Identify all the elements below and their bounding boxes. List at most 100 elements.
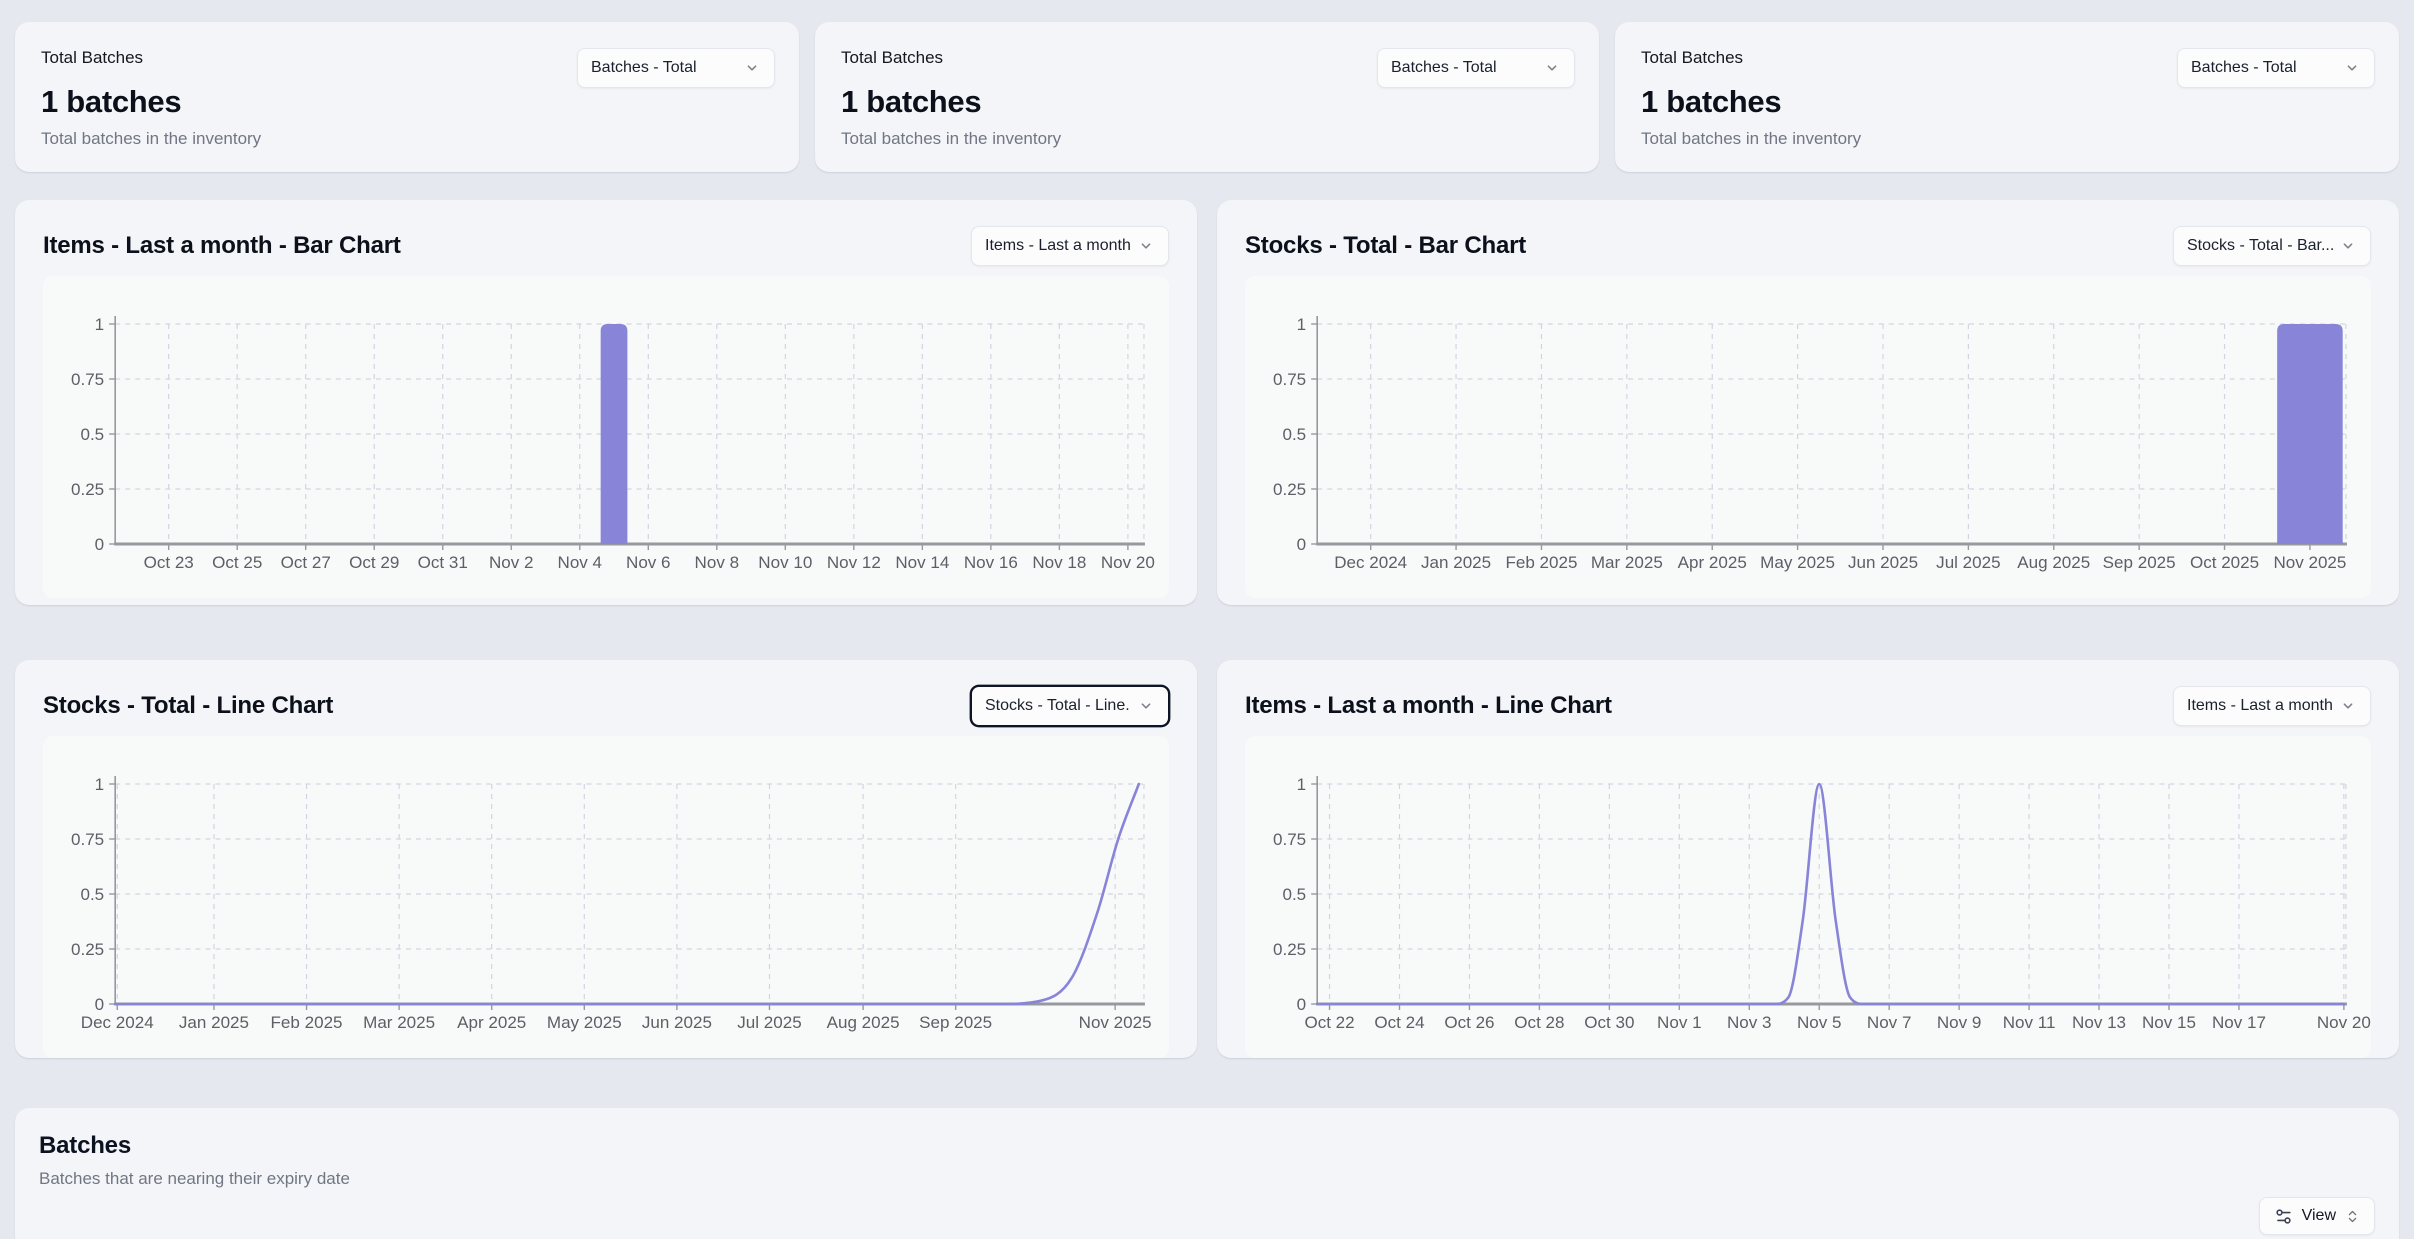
svg-text:Oct 31: Oct 31 [418, 553, 468, 572]
chart-svg: 00.250.50.751Oct 22Oct 24Oct 26Oct 28Oct… [1245, 736, 2371, 1058]
chevron-down-icon [1543, 59, 1561, 77]
svg-text:1: 1 [95, 315, 104, 334]
svg-text:Oct 30: Oct 30 [1584, 1013, 1634, 1032]
batches-toolbar: View [39, 1197, 2375, 1235]
svg-text:0: 0 [95, 535, 104, 554]
svg-text:Jun 2025: Jun 2025 [1848, 553, 1918, 572]
svg-text:0: 0 [1297, 995, 1306, 1014]
svg-text:Oct 25: Oct 25 [212, 553, 262, 572]
svg-text:Nov 4: Nov 4 [558, 553, 603, 572]
charts-row-line: Stocks - Total - Line Chart Stocks - Tot… [15, 660, 2399, 1058]
svg-text:Sep 2025: Sep 2025 [2103, 553, 2176, 572]
svg-text:Nov 16: Nov 16 [964, 553, 1018, 572]
svg-text:Jul 2025: Jul 2025 [737, 1013, 801, 1032]
stat-metric-select[interactable]: Batches - Total [1377, 48, 1575, 88]
svg-text:Nov 18: Nov 18 [1032, 553, 1086, 572]
stat-metric-select-value: Batches - Total [591, 59, 697, 77]
svg-text:0.25: 0.25 [71, 940, 104, 959]
svg-text:Jan 2025: Jan 2025 [1421, 553, 1491, 572]
stat-value: 1 batches [841, 84, 1573, 120]
svg-text:Nov 17: Nov 17 [2212, 1013, 2266, 1032]
svg-text:0.75: 0.75 [71, 830, 104, 849]
chart-select-value: Stocks - Total - Line... [985, 697, 1131, 715]
stat-description: Total batches in the inventory [41, 129, 773, 149]
bar [601, 324, 628, 544]
chart-select-value: Stocks - Total - Bar... [2187, 237, 2333, 255]
svg-text:Nov 10: Nov 10 [758, 553, 812, 572]
svg-text:Nov 13: Nov 13 [2072, 1013, 2126, 1032]
chevron-down-icon [743, 59, 761, 77]
svg-text:Nov 8: Nov 8 [695, 553, 740, 572]
bar [2277, 324, 2343, 544]
chart-header: Items - Last a month - Line Chart Items … [1245, 684, 2371, 728]
svg-text:Sep 2025: Sep 2025 [919, 1013, 992, 1032]
svg-text:0.5: 0.5 [80, 425, 104, 444]
charts-row-bar: Items - Last a month - Bar Chart Items -… [15, 200, 2399, 605]
svg-text:Nov 15: Nov 15 [2142, 1013, 2196, 1032]
chart-select[interactable]: Items - Last a month -.. [2173, 686, 2371, 726]
chart-title: Stocks - Total - Bar Chart [1245, 232, 1526, 260]
chart-select-value: Items - Last a month -.. [985, 237, 1131, 255]
bar-chart-stocks: 00.250.50.751Dec 2024Jan 2025Feb 2025Mar… [1245, 276, 2371, 598]
svg-text:Nov 11: Nov 11 [2003, 1013, 2056, 1032]
chevron-down-icon [2339, 237, 2357, 255]
stat-card-total-batches-1: Total Batches Batches - Total 1 batches … [15, 22, 799, 172]
svg-text:Aug 2025: Aug 2025 [827, 1013, 900, 1032]
stat-value: 1 batches [41, 84, 773, 120]
chevron-down-icon [1137, 237, 1155, 255]
svg-text:Nov 1: Nov 1 [1657, 1013, 1702, 1032]
svg-text:Mar 2025: Mar 2025 [363, 1013, 435, 1032]
svg-text:Feb 2025: Feb 2025 [1505, 553, 1577, 572]
svg-text:Mar 2025: Mar 2025 [1591, 553, 1663, 572]
svg-text:Jul 2025: Jul 2025 [1936, 553, 2000, 572]
stat-card-total-batches-2: Total Batches Batches - Total 1 batches … [815, 22, 1599, 172]
chart-select-value: Items - Last a month -.. [2187, 697, 2333, 715]
svg-text:Nov 7: Nov 7 [1867, 1013, 1912, 1032]
line-chart-items: 00.250.50.751Oct 22Oct 24Oct 26Oct 28Oct… [1245, 736, 2371, 1058]
svg-text:Jan 2025: Jan 2025 [179, 1013, 249, 1032]
stat-metric-select[interactable]: Batches - Total [2177, 48, 2375, 88]
svg-text:Oct 23: Oct 23 [144, 553, 194, 572]
chart-select[interactable]: Stocks - Total - Bar... [2173, 226, 2371, 266]
svg-text:Oct 26: Oct 26 [1444, 1013, 1494, 1032]
view-button-label: View [2302, 1207, 2336, 1225]
batches-title: Batches [39, 1132, 2375, 1160]
chevron-down-icon [2339, 697, 2357, 715]
svg-text:0.75: 0.75 [1273, 830, 1306, 849]
svg-text:1: 1 [1297, 775, 1306, 794]
batches-description: Batches that are nearing their expiry da… [39, 1169, 2375, 1189]
svg-text:Oct 24: Oct 24 [1374, 1013, 1424, 1032]
stat-metric-select-value: Batches - Total [2191, 59, 2297, 77]
batches-panel: Batches Batches that are nearing their e… [15, 1108, 2399, 1239]
stat-metric-select-value: Batches - Total [1391, 59, 1497, 77]
bar-chart-items: 00.250.50.751Oct 23Oct 25Oct 27Oct 29Oct… [43, 276, 1169, 598]
svg-text:Nov 2025: Nov 2025 [1079, 1013, 1152, 1032]
svg-text:0.75: 0.75 [71, 370, 104, 389]
chevrons-up-down-icon [2345, 1209, 2360, 1224]
view-button[interactable]: View [2259, 1197, 2375, 1235]
stat-description: Total batches in the inventory [1641, 129, 2373, 149]
svg-text:Nov 5: Nov 5 [1797, 1013, 1842, 1032]
dashboard-page: Total Batches Batches - Total 1 batches … [0, 0, 2414, 1239]
stat-metric-select[interactable]: Batches - Total [577, 48, 775, 88]
chart-svg: 00.250.50.751Oct 23Oct 25Oct 27Oct 29Oct… [43, 276, 1169, 598]
chart-select[interactable]: Items - Last a month -.. [971, 226, 1169, 266]
chart-card-items-line: Items - Last a month - Line Chart Items … [1217, 660, 2399, 1058]
svg-text:Oct 22: Oct 22 [1304, 1013, 1354, 1032]
svg-text:Nov 2025: Nov 2025 [2273, 553, 2346, 572]
stats-row: Total Batches Batches - Total 1 batches … [15, 22, 2399, 172]
stat-card-total-batches-3: Total Batches Batches - Total 1 batches … [1615, 22, 2399, 172]
settings-sliders-icon [2274, 1207, 2293, 1226]
svg-text:0: 0 [1297, 535, 1306, 554]
chart-header: Stocks - Total - Line Chart Stocks - Tot… [43, 684, 1169, 728]
chart-select-focused[interactable]: Stocks - Total - Line... [971, 686, 1169, 726]
chart-title: Items - Last a month - Bar Chart [43, 232, 401, 260]
chart-header: Items - Last a month - Bar Chart Items -… [43, 224, 1169, 268]
svg-text:Nov 9: Nov 9 [1937, 1013, 1982, 1032]
svg-text:Aug 2025: Aug 2025 [2017, 553, 2090, 572]
svg-text:0.5: 0.5 [1282, 425, 1306, 444]
chart-card-items-bar: Items - Last a month - Bar Chart Items -… [15, 200, 1197, 605]
chart-svg: 00.250.50.751Dec 2024Jan 2025Feb 2025Mar… [43, 736, 1169, 1058]
svg-text:0.5: 0.5 [80, 885, 104, 904]
svg-text:Apr 2025: Apr 2025 [457, 1013, 526, 1032]
